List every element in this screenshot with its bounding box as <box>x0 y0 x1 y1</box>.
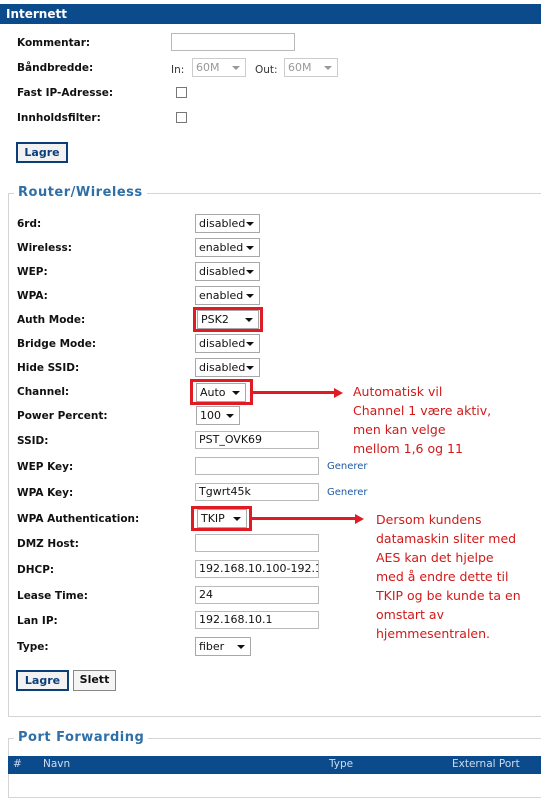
type-value: fiber <box>199 640 225 653</box>
bridge-mode-value: disabled <box>199 337 246 350</box>
type-select[interactable]: fiber <box>195 637 251 656</box>
dhcp-input[interactable]: 192.168.10.100-192.168. <box>195 560 319 578</box>
wpa-auth-label: WPA Authentication: <box>17 513 140 525</box>
fast-ip-label: Fast IP-Adresse: <box>17 87 114 99</box>
wpa-auth-arrow-line <box>252 517 356 520</box>
hide-ssid-select[interactable]: disabled <box>195 358 260 377</box>
router-wireless-title: Router/Wireless <box>14 185 147 200</box>
wireless-value: enabled <box>199 241 244 254</box>
chevron-down-icon <box>246 246 254 250</box>
out-bandwidth-value: 60M <box>288 61 312 74</box>
wireless-label: Wireless: <box>17 242 72 254</box>
wep-key-label: WEP Key: <box>17 461 74 473</box>
wep-select[interactable]: disabled <box>195 262 260 281</box>
tkip-annotation: Dersom kundens datamaskin sliter med AES… <box>376 512 521 641</box>
bandbredde-label: Båndbredde: <box>17 62 94 74</box>
type-label: Type: <box>17 641 49 653</box>
in-bandwidth-select[interactable]: 60M <box>192 58 246 77</box>
chevron-down-icon <box>232 66 240 70</box>
channel-arrow-head <box>334 388 343 398</box>
power-percent-value: 100 <box>200 409 221 422</box>
chevron-down-icon <box>324 66 332 70</box>
dhcp-label: DHCP: <box>17 564 55 576</box>
out-bandwidth-select[interactable]: 60M <box>284 58 338 77</box>
chevron-down-icon <box>246 270 254 274</box>
ssid-input[interactable]: PST_OVK69 <box>195 431 319 449</box>
innholdsfilter-label: Innholdsfilter: <box>17 112 101 124</box>
in-label: In: <box>171 64 185 76</box>
out-label: Out: <box>255 64 278 76</box>
lan-ip-label: Lan IP: <box>17 615 58 627</box>
wpa-key-label: WPA Key: <box>17 487 74 499</box>
channel-highlight <box>190 379 253 405</box>
column-header-number: # <box>13 758 22 770</box>
chevron-down-icon <box>246 366 254 370</box>
kommentar-label: Kommentar: <box>17 37 91 49</box>
bridge-mode-label: Bridge Mode: <box>17 338 97 350</box>
wpa-value: enabled <box>199 289 244 302</box>
wpa-auth-arrow-head <box>355 514 364 524</box>
lan-ip-input[interactable]: 192.168.10.1 <box>195 611 319 629</box>
wpa-key-input[interactable]: Tgwrt45k <box>195 483 319 501</box>
ssid-label: SSID: <box>17 435 49 447</box>
lease-time-label: Lease Time: <box>17 590 88 602</box>
auth-mode-label: Auth Mode: <box>17 314 86 326</box>
wpa-auth-highlight <box>191 506 252 531</box>
bridge-mode-select[interactable]: disabled <box>195 334 260 353</box>
innholdsfilter-checkbox[interactable] <box>176 112 187 123</box>
in-bandwidth-value: 60M <box>196 61 220 74</box>
power-percent-label: Power Percent: <box>17 410 108 422</box>
kommentar-input[interactable] <box>171 33 295 51</box>
port-forwarding-table-header: # Navn Type External Port <box>8 756 541 774</box>
wep-label: WEP: <box>17 266 48 278</box>
sixrd-select[interactable]: disabled <box>195 214 260 233</box>
hide-ssid-label: Hide SSID: <box>17 362 80 374</box>
lease-time-input[interactable]: 24 <box>195 586 319 604</box>
channel-arrow-line <box>253 391 335 394</box>
column-header-external-port: External Port <box>452 758 520 770</box>
auth-mode-highlight <box>193 307 263 332</box>
port-forwarding-title: Port Forwarding <box>14 730 149 745</box>
chevron-down-icon <box>237 645 245 649</box>
column-header-type: Type <box>329 758 354 770</box>
chevron-down-icon <box>246 294 254 298</box>
wpa-label: WPA: <box>17 290 48 302</box>
wep-key-input[interactable] <box>195 457 319 475</box>
internet-header: Internett <box>0 4 541 24</box>
wep-value: disabled <box>199 265 246 278</box>
power-percent-select[interactable]: 100 <box>196 406 240 425</box>
dmz-host-label: DMZ Host: <box>17 538 79 550</box>
router-save-button[interactable]: Lagre <box>16 670 69 691</box>
chevron-down-icon <box>246 342 254 346</box>
channel-label: Channel: <box>17 386 70 398</box>
wep-key-generer-link[interactable]: Generer <box>327 461 368 472</box>
wireless-select[interactable]: enabled <box>195 238 260 257</box>
chevron-down-icon <box>246 222 254 226</box>
wpa-select[interactable]: enabled <box>195 286 260 305</box>
dmz-host-input[interactable] <box>195 534 319 552</box>
hide-ssid-value: disabled <box>199 361 246 374</box>
sixrd-value: disabled <box>199 217 246 230</box>
chevron-down-icon <box>226 414 234 418</box>
wpa-key-generer-link[interactable]: Generer <box>327 487 368 498</box>
column-header-navn: Navn <box>43 758 71 770</box>
sixrd-label: 6rd: <box>17 218 42 230</box>
channel-annotation: Automatisk vil Channel 1 være aktiv, men… <box>353 384 492 456</box>
fast-ip-checkbox[interactable] <box>176 87 187 98</box>
internet-save-button[interactable]: Lagre <box>16 142 68 163</box>
router-delete-button[interactable]: Slett <box>73 670 116 691</box>
